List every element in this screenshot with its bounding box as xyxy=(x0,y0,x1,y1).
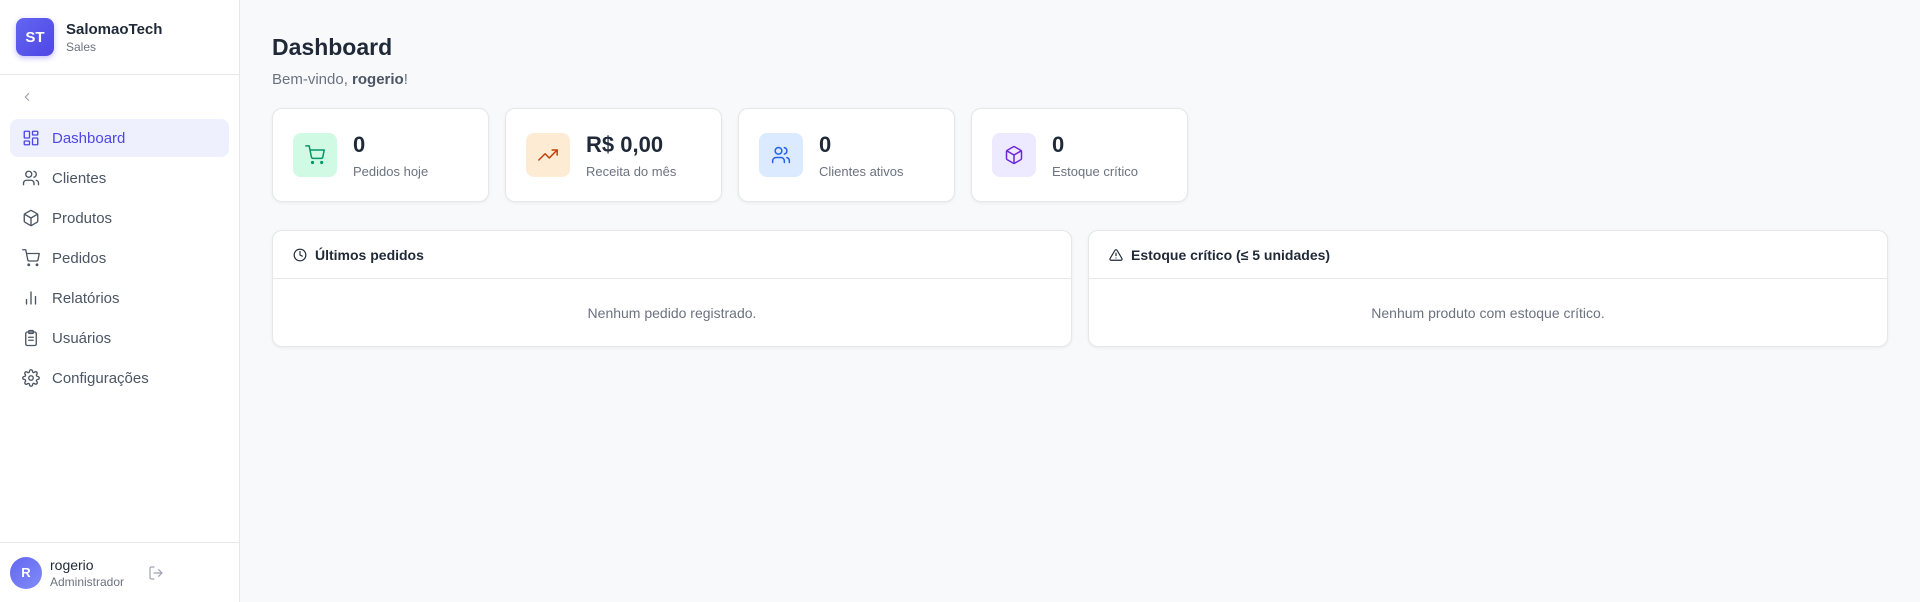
recent-orders-panel: Últimos pedidos Nenhum pedido registrado… xyxy=(272,230,1072,347)
panel-header: Estoque crítico (≤ 5 unidades) xyxy=(1089,231,1887,279)
trending-up-icon xyxy=(538,149,558,161)
stat-card-receita-mes: R$ 0,00 Receita do mês xyxy=(505,108,722,202)
stat-value: 0 xyxy=(353,131,366,157)
main-content: Dashboard Bem-vindo, rogerio! 0 Pedidos … xyxy=(240,0,1920,602)
stat-label: Pedidos hoje xyxy=(353,163,429,179)
sidebar-item-dashboard[interactable]: Dashboard xyxy=(10,119,229,157)
sidebar-item-label: Produtos xyxy=(52,209,113,227)
stat-card-clientes-ativos: 0 Clientes ativos xyxy=(738,108,955,202)
stat-label: Clientes ativos xyxy=(819,163,904,179)
gear-icon xyxy=(22,369,40,387)
collapse-sidebar-button[interactable] xyxy=(0,75,239,119)
dashboard-icon xyxy=(23,130,39,146)
sidebar-item-label: Dashboard xyxy=(52,129,126,147)
users-icon xyxy=(771,146,791,164)
empty-state: Nenhum pedido registrado. xyxy=(587,304,757,321)
sidebar-item-pedidos[interactable]: Pedidos xyxy=(10,239,229,277)
brand-subtitle: Sales xyxy=(66,39,97,54)
cart-icon xyxy=(22,249,40,267)
stat-icon-wrapper xyxy=(293,133,337,177)
sidebar-item-label: Configurações xyxy=(52,369,149,387)
clipboard-icon xyxy=(25,329,37,347)
stat-icon-wrapper xyxy=(759,133,803,177)
avatar: R xyxy=(10,556,42,589)
package-icon xyxy=(1005,145,1023,165)
package-icon xyxy=(23,209,39,227)
logout-icon xyxy=(149,565,163,580)
sidebar-item-label: Pedidos xyxy=(52,249,107,267)
clock-icon xyxy=(293,248,307,261)
warning-icon xyxy=(1109,248,1123,261)
empty-state: Nenhum produto com estoque crítico. xyxy=(1371,304,1605,321)
panels-row: Últimos pedidos Nenhum pedido registrado… xyxy=(272,230,1888,347)
page-title: Dashboard xyxy=(272,34,393,60)
bar-chart-icon xyxy=(25,291,37,305)
user-name: rogerio xyxy=(50,556,94,573)
user-panel: R rogerio Administrador xyxy=(0,542,239,602)
sidebar-item-usuarios[interactable]: Usuários xyxy=(10,319,229,357)
sidebar: ST SalomaoTech Sales Dashboard Clientes … xyxy=(0,0,240,602)
user-role: Administrador xyxy=(50,574,125,589)
sidebar-item-produtos[interactable]: Produtos xyxy=(10,199,229,237)
sidebar-item-label: Clientes xyxy=(52,169,107,187)
sidebar-item-label: Relatórios xyxy=(52,289,120,307)
stat-icon-wrapper xyxy=(526,133,570,177)
sidebar-item-relatorios[interactable]: Relatórios xyxy=(10,279,229,317)
panel-title: Estoque crítico (≤ 5 unidades) xyxy=(1131,246,1331,263)
critical-stock-panel: Estoque crítico (≤ 5 unidades) Nenhum pr… xyxy=(1088,230,1888,347)
stat-label: Receita do mês xyxy=(586,163,677,179)
stats-row: 0 Pedidos hoje R$ 0,00 Receita do mês 0 … xyxy=(272,108,1888,202)
logout-button[interactable] xyxy=(148,565,164,581)
welcome-username: rogerio xyxy=(352,71,404,88)
sidebar-item-configuracoes[interactable]: Configurações xyxy=(10,359,229,397)
cart-icon xyxy=(305,145,325,165)
stat-value: 0 xyxy=(1052,131,1065,157)
chevron-left-icon xyxy=(24,92,30,102)
brand-logo: ST xyxy=(16,18,54,56)
stat-icon-wrapper xyxy=(992,133,1036,177)
panel-header: Últimos pedidos xyxy=(273,231,1071,279)
stat-card-pedidos-hoje: 0 Pedidos hoje xyxy=(272,108,489,202)
stat-value: 0 xyxy=(819,131,832,157)
stat-card-estoque-critico: 0 Estoque crítico xyxy=(971,108,1188,202)
stat-label: Estoque crítico xyxy=(1052,163,1138,179)
brand: ST SalomaoTech Sales xyxy=(0,0,239,75)
stat-value: R$ 0,00 xyxy=(586,131,664,157)
sidebar-item-clientes[interactable]: Clientes xyxy=(10,159,229,197)
brand-name: SalomaoTech xyxy=(66,20,163,38)
users-icon xyxy=(22,170,40,186)
sidebar-nav: Dashboard Clientes Produtos Pedidos Rela… xyxy=(0,119,239,397)
panel-title: Últimos pedidos xyxy=(315,246,424,263)
sidebar-item-label: Usuários xyxy=(52,329,112,347)
welcome-message: Bem-vindo, rogerio! xyxy=(272,71,408,88)
